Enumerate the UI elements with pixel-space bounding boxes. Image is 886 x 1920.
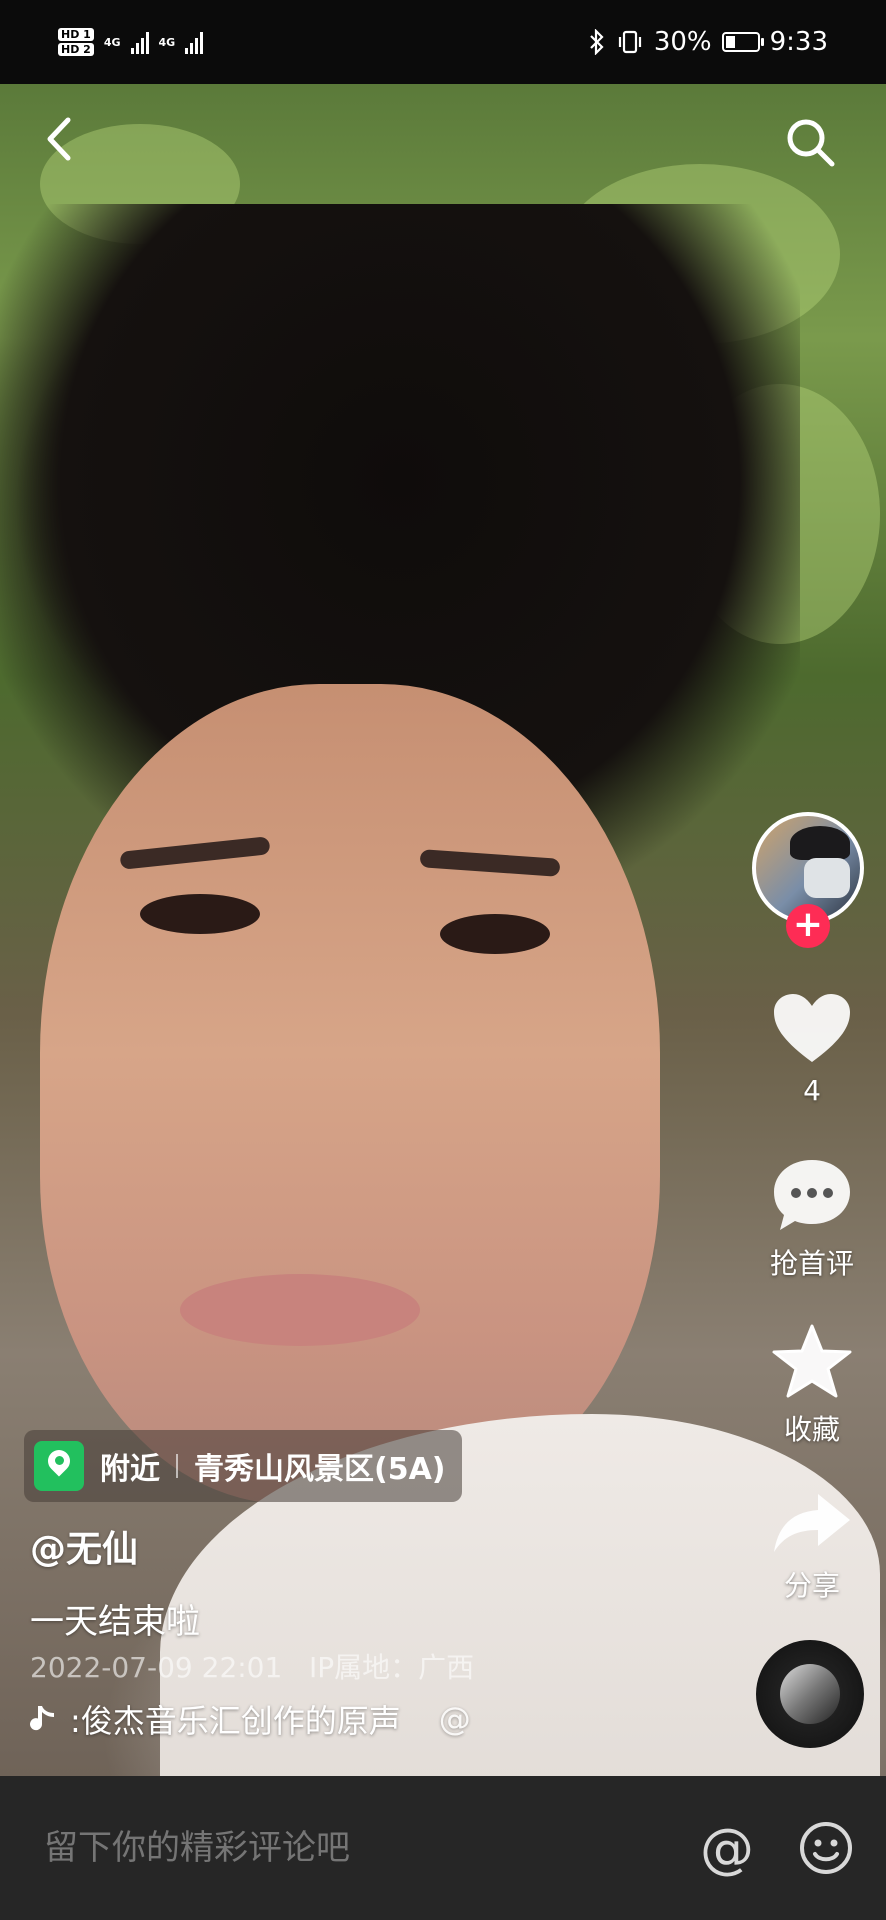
comment-label: 抢首评 [769,1247,854,1280]
like-button[interactable]: 4 [760,992,864,1107]
battery-percent: 30% [653,27,712,57]
music-trailing: @ [438,1700,471,1738]
chevron-left-icon[interactable] [36,114,86,164]
music-note-icon [30,1706,54,1731]
comment-icon[interactable] [772,1158,852,1234]
location-prefix: 附近 [100,1452,160,1487]
person-mouth [180,1274,420,1346]
hd1-badge: HD 1 [58,28,94,41]
location-pin-icon [34,1441,84,1491]
network-type-1: 4G [103,35,121,49]
status-bar: HD 1 HD 2 4G 4G 30% 9:33 [0,0,886,84]
location-place: 青秀山风景区(5A) [194,1452,446,1487]
music-disc[interactable] [756,1640,864,1748]
person-face [40,684,660,1504]
author-username[interactable]: @无仙 [30,1520,138,1572]
post-meta: 2022-07-09 22:01 IP属地：广西 [30,1646,474,1686]
top-bar [0,96,886,186]
vibrate-icon [618,30,641,54]
heart-icon[interactable] [772,992,852,1066]
post-date: 2022-07-09 22:01 [30,1651,283,1684]
emoji-icon[interactable] [798,1820,854,1876]
hd2-badge: HD 2 [58,43,94,56]
battery-level [725,36,735,48]
location-chip[interactable]: 附近 青秀山风景区(5A) [24,1430,462,1502]
search-icon[interactable] [782,114,838,170]
music-ticker[interactable]: :俊杰音乐汇创作的原声 @ [30,1696,471,1742]
signal-icon [185,30,204,54]
comment-bar: @ [0,1776,886,1920]
post-caption: 一天结束啦 [30,1602,200,1642]
share-label: 分享 [783,1569,840,1602]
star-icon[interactable] [772,1324,852,1400]
favorite-label: 收藏 [783,1413,840,1446]
clock: 9:33 [769,27,828,57]
ip-location: IP属地：广西 [309,1651,475,1684]
comment-button[interactable]: 抢首评 [760,1158,864,1282]
system-status: 30% 9:33 [588,27,828,57]
network-status: HD 1 HD 2 4G 4G [58,28,204,56]
music-cover [780,1664,840,1724]
mention-button[interactable]: @ [700,1817,754,1880]
favorite-button[interactable]: 收藏 [760,1324,864,1448]
music-title: :俊杰音乐汇创作的原声 [70,1702,401,1740]
location-divider [176,1454,178,1478]
share-button[interactable]: 分享 [760,1490,864,1604]
battery-icon [721,32,764,52]
hd-badges: HD 1 HD 2 [58,28,94,56]
signal-icon [130,30,149,54]
like-count: 4 [803,1074,821,1107]
comment-input[interactable] [42,1827,700,1869]
follow-button[interactable]: + [786,904,830,948]
share-arrow-icon[interactable] [772,1490,852,1556]
bluetooth-icon [590,29,604,55]
author-avatar[interactable]: + [752,812,864,948]
network-type-2: 4G [158,35,176,49]
